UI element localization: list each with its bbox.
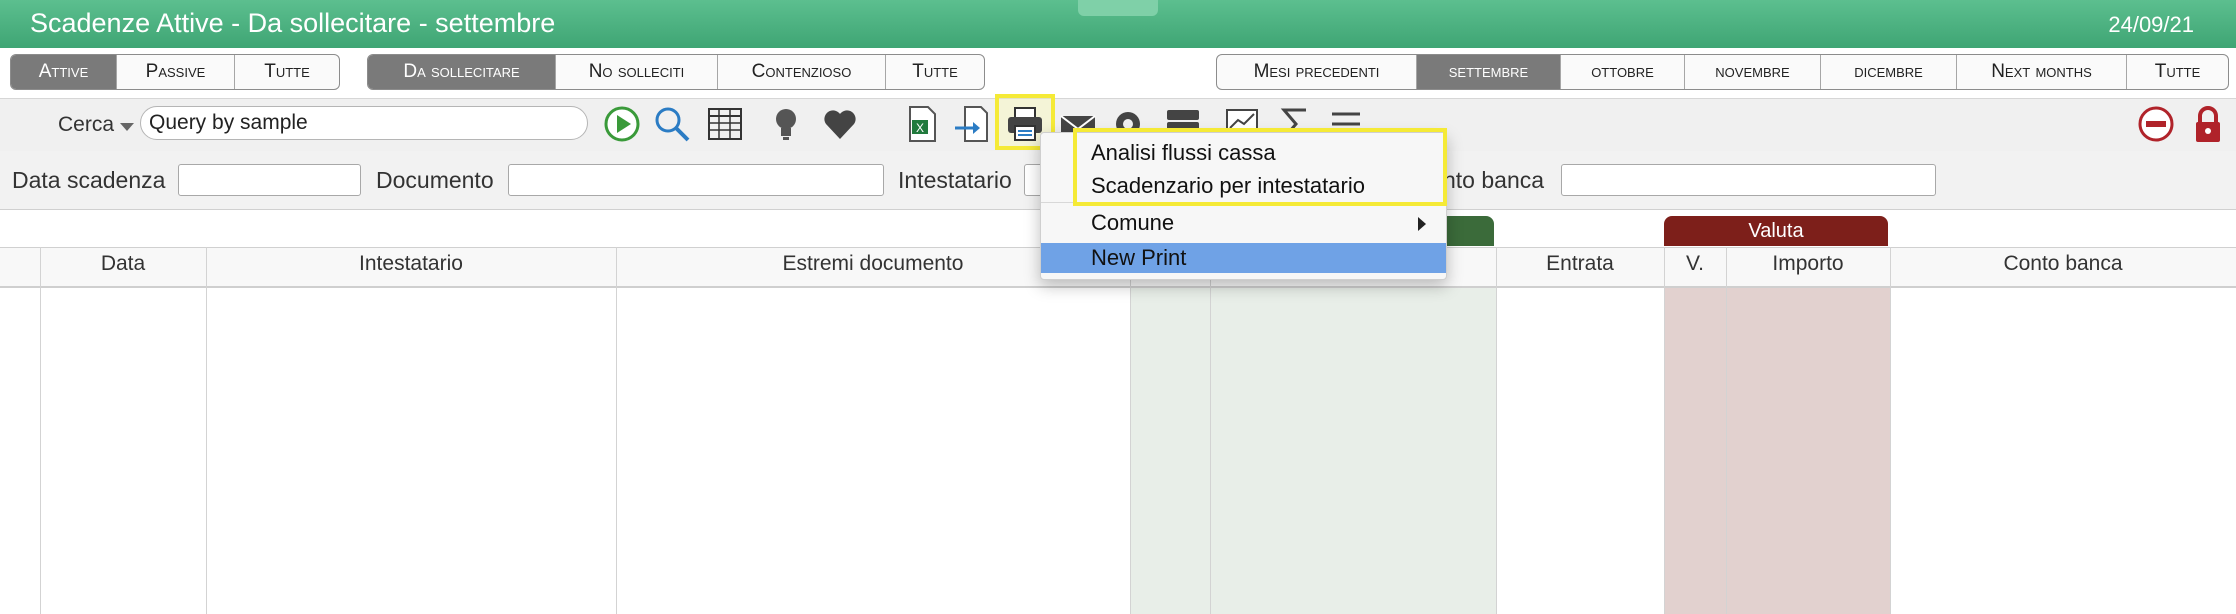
column-divider xyxy=(1496,247,1497,614)
play-icon[interactable] xyxy=(602,104,642,144)
window-date: 24/09/21 xyxy=(2108,12,2194,37)
submenu-arrow-icon xyxy=(1418,217,1426,231)
column-divider xyxy=(1210,247,1211,614)
green-column-group xyxy=(1130,287,1496,614)
excel-icon[interactable]: X xyxy=(902,104,942,144)
column-divider xyxy=(206,247,207,614)
filter-label-intestatario: Intestatario xyxy=(898,167,1012,193)
segment-contenzioso[interactable]: Contenzioso xyxy=(718,55,886,89)
segment-mesi-precedenti[interactable]: Mesi precedenti xyxy=(1217,55,1417,89)
window-title: Scadenze Attive - Da sollecitare - sette… xyxy=(30,8,556,38)
filter-label-conto-banca: nto banca xyxy=(1443,167,1545,193)
filter-label-documento: Documento xyxy=(376,167,494,193)
valuta-column-group xyxy=(1664,287,1890,614)
heart-icon[interactable] xyxy=(820,104,860,144)
column-divider xyxy=(1726,247,1727,614)
lock-icon[interactable] xyxy=(2188,104,2228,144)
search-icon[interactable] xyxy=(652,104,692,144)
valuta-group-header: Valuta xyxy=(1664,216,1888,246)
segment-type: Attive Passive Tutte xyxy=(10,54,340,90)
menu-item-new-print[interactable]: New Print xyxy=(1041,243,1446,273)
segment-no-solleciti[interactable]: No solleciti xyxy=(556,55,718,89)
column-entrata[interactable]: Entrata xyxy=(1496,252,1664,276)
column-v[interactable]: V. xyxy=(1664,252,1726,276)
search-input[interactable] xyxy=(140,106,588,140)
documento-field[interactable] xyxy=(508,164,884,196)
segment-dicembre[interactable]: dicembre xyxy=(1821,55,1957,89)
column-importo[interactable]: Importo xyxy=(1726,252,1890,276)
search-label[interactable]: Cerca xyxy=(58,113,114,137)
data-scadenza-field[interactable] xyxy=(178,164,361,196)
column-data[interactable]: Data xyxy=(40,252,206,276)
print-icon[interactable] xyxy=(1005,104,1045,144)
chevron-down-icon[interactable] xyxy=(120,123,134,131)
window-grip[interactable] xyxy=(1078,0,1158,16)
svg-text:X: X xyxy=(916,121,924,135)
segment-ottobre[interactable]: ottobre xyxy=(1561,55,1685,89)
column-conto-banca[interactable]: Conto banca xyxy=(1890,252,2236,276)
segment-next-months[interactable]: Next months xyxy=(1957,55,2127,89)
segment-novembre[interactable]: novembre xyxy=(1685,55,1821,89)
segment-months: Mesi precedenti settembre ottobre novemb… xyxy=(1216,54,2229,90)
segment-attive[interactable]: Attive xyxy=(11,55,117,89)
menu-item-comune[interactable]: Comune xyxy=(1041,208,1446,238)
column-intestatario[interactable]: Intestatario xyxy=(206,252,616,276)
menu-item-comune-label: Comune xyxy=(1091,210,1175,235)
filter-label-data-scadenza: Data scadenza xyxy=(12,167,166,193)
title-bar: Scadenze Attive - Da sollecitare - sette… xyxy=(0,0,2236,48)
column-divider xyxy=(1664,247,1665,614)
table-icon[interactable] xyxy=(705,104,745,144)
segment-da-sollecitare[interactable]: Da sollecitare xyxy=(368,55,556,89)
segment-tutte-months[interactable]: Tutte xyxy=(2127,55,2228,89)
column-divider xyxy=(40,247,41,614)
column-divider xyxy=(1890,247,1891,614)
remove-icon[interactable] xyxy=(2136,104,2176,144)
segment-status: Da sollecitare No solleciti Contenzioso … xyxy=(367,54,985,90)
column-divider xyxy=(616,247,617,614)
segment-tutte-status[interactable]: Tutte xyxy=(886,55,984,89)
segment-passive[interactable]: Passive xyxy=(117,55,235,89)
column-divider xyxy=(1130,247,1131,614)
segment-settembre[interactable]: settembre xyxy=(1417,55,1561,89)
conto-banca-field[interactable] xyxy=(1561,164,1936,196)
segment-tutte-type[interactable]: Tutte xyxy=(235,55,339,89)
lightbulb-icon[interactable] xyxy=(766,104,806,144)
green-group-header xyxy=(1440,216,1494,246)
import-icon[interactable] xyxy=(953,104,993,144)
menu-highlight xyxy=(1073,128,1447,206)
